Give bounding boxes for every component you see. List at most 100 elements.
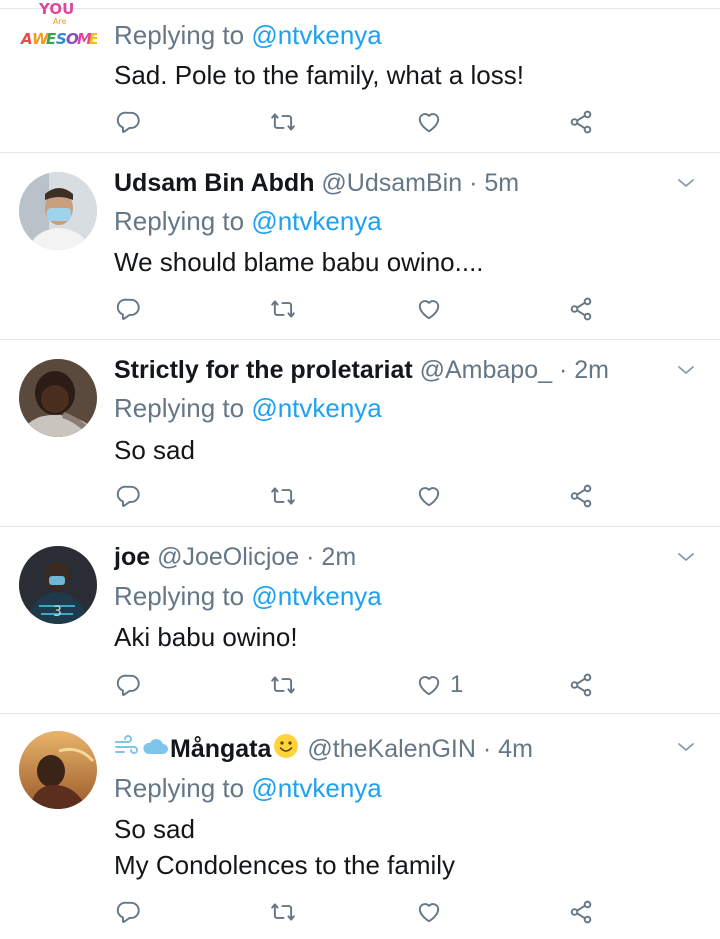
reply-icon (116, 483, 142, 509)
share-button[interactable] (568, 895, 594, 929)
share-icon (568, 296, 594, 322)
share-button[interactable] (568, 292, 594, 326)
tweet-header: joe @JoeOlicjoe · 2m (114, 540, 650, 574)
retweet-button[interactable] (270, 105, 296, 139)
replying-to-link[interactable]: @ntvkenya (251, 393, 381, 423)
user-handle[interactable]: @JoeOlicjoe (157, 543, 299, 571)
tweet-1[interactable]: Udsam Bin Abdh @UdsamBin · 5m Replying t… (0, 153, 720, 340)
share-button[interactable] (568, 105, 594, 139)
share-icon (568, 672, 594, 698)
separator-dot: · (306, 543, 315, 571)
tweet-header: Strictly for the proletariat @Ambapo_ · … (114, 353, 650, 387)
replying-prefix: Replying to (114, 581, 252, 611)
divider (0, 0, 720, 9)
heart-icon (416, 296, 442, 322)
share-icon (568, 109, 594, 135)
avatar-image (19, 731, 97, 809)
tweet-4[interactable]: Mångata @theKalenGIN · 4m Replying to @n… (0, 714, 720, 939)
chevron-down-icon[interactable] (674, 545, 698, 569)
retweet-button[interactable] (270, 479, 296, 513)
tweet-actions: 1 (0, 668, 720, 702)
tweet-text: We should blame babu owino.... (114, 247, 484, 277)
display-name[interactable]: joe (114, 543, 150, 571)
avatar-image: 3 (19, 546, 97, 624)
chevron-down-icon[interactable] (674, 358, 698, 382)
tweet-text: So sad My Condolences to the family (114, 814, 456, 880)
like-button[interactable] (416, 895, 442, 929)
avatar[interactable]: 3 (19, 546, 97, 624)
separator-dot: · (469, 169, 478, 197)
like-button[interactable] (416, 479, 442, 513)
replying-to: Replying to @ntvkenya (114, 771, 382, 805)
share-icon (568, 899, 594, 925)
replying-prefix: Replying to (114, 393, 252, 423)
heart-icon (416, 109, 442, 135)
heart-icon (416, 483, 442, 509)
svg-text:E: E (89, 30, 97, 48)
cloud-icon (140, 733, 170, 766)
reply-button[interactable] (116, 668, 142, 702)
reply-icon (116, 296, 142, 322)
retweet-button[interactable] (270, 895, 296, 929)
display-name[interactable]: Udsam Bin Abdh (114, 169, 314, 197)
svg-text:A: A (20, 30, 33, 48)
avatar[interactable] (19, 172, 97, 250)
user-handle[interactable]: @UdsamBin (321, 169, 462, 197)
display-name[interactable]: Strictly for the proletariat (114, 356, 413, 384)
tweet-actions (0, 292, 720, 326)
heart-icon (416, 672, 442, 698)
user-handle[interactable]: @Ambapo_ (420, 356, 552, 384)
chevron-down-icon[interactable] (674, 171, 698, 195)
retweet-icon (270, 483, 296, 509)
dash-wind-icon (114, 733, 140, 766)
timestamp[interactable]: 4m (498, 735, 533, 763)
reply-icon (116, 109, 142, 135)
replying-to-link[interactable]: @ntvkenya (251, 773, 381, 803)
tweet-3[interactable]: 3 joe @JoeOlicjoe · 2m Replying to @ntvk… (0, 527, 720, 714)
smiley-icon (273, 733, 299, 766)
chevron-down-icon[interactable] (674, 735, 698, 759)
retweet-icon (270, 296, 296, 322)
avatar[interactable] (19, 359, 97, 437)
tweet-2[interactable]: Strictly for the proletariat @Ambapo_ · … (0, 340, 720, 527)
reply-button[interactable] (116, 105, 142, 139)
replying-to: Replying to @ntvkenya (114, 579, 382, 613)
replying-to: Replying to @ntvkenya (114, 18, 382, 52)
replying-prefix: Replying to (114, 206, 252, 236)
timestamp[interactable]: 5m (484, 169, 519, 197)
retweet-button[interactable] (270, 668, 296, 702)
share-icon (568, 483, 594, 509)
tweet-text: Aki babu owino! (114, 622, 298, 652)
like-button[interactable]: 1 (416, 668, 463, 702)
share-button[interactable] (568, 479, 594, 513)
avatar-image (19, 359, 97, 437)
share-button[interactable] (568, 668, 594, 702)
avatar[interactable] (19, 731, 97, 809)
replying-to: Replying to @ntvkenya (114, 391, 382, 425)
replying-to-link[interactable]: @ntvkenya (251, 581, 381, 611)
replying-to: Replying to @ntvkenya (114, 204, 382, 238)
display-name[interactable]: Mångata (170, 735, 271, 763)
timestamp[interactable]: 2m (321, 543, 356, 571)
retweet-button[interactable] (270, 292, 296, 326)
reply-button[interactable] (116, 292, 142, 326)
replying-to-link[interactable]: @ntvkenya (251, 20, 381, 50)
replying-to-link[interactable]: @ntvkenya (251, 206, 381, 236)
tweet-header: Udsam Bin Abdh @UdsamBin · 5m (114, 166, 650, 200)
retweet-icon (270, 672, 296, 698)
tweet-0[interactable]: YOU Are A W E S O M E Replying to @ntvke… (0, 0, 720, 153)
like-button[interactable] (416, 292, 442, 326)
user-handle[interactable]: @theKalenGIN (307, 735, 476, 763)
reply-button[interactable] (116, 895, 142, 929)
tweet-actions (0, 105, 720, 139)
timestamp[interactable]: 2m (574, 356, 609, 384)
reply-button[interactable] (116, 479, 142, 513)
replying-prefix: Replying to (114, 20, 252, 50)
you-are-awesome-logo-icon: YOU Are A W E S O M E (20, 0, 97, 48)
reply-icon (116, 672, 142, 698)
avatar-image (19, 172, 97, 250)
retweet-icon (270, 109, 296, 135)
tweet-actions (0, 479, 720, 513)
like-button[interactable] (416, 105, 442, 139)
tweet-header: Mångata @theKalenGIN · 4m (114, 732, 650, 766)
